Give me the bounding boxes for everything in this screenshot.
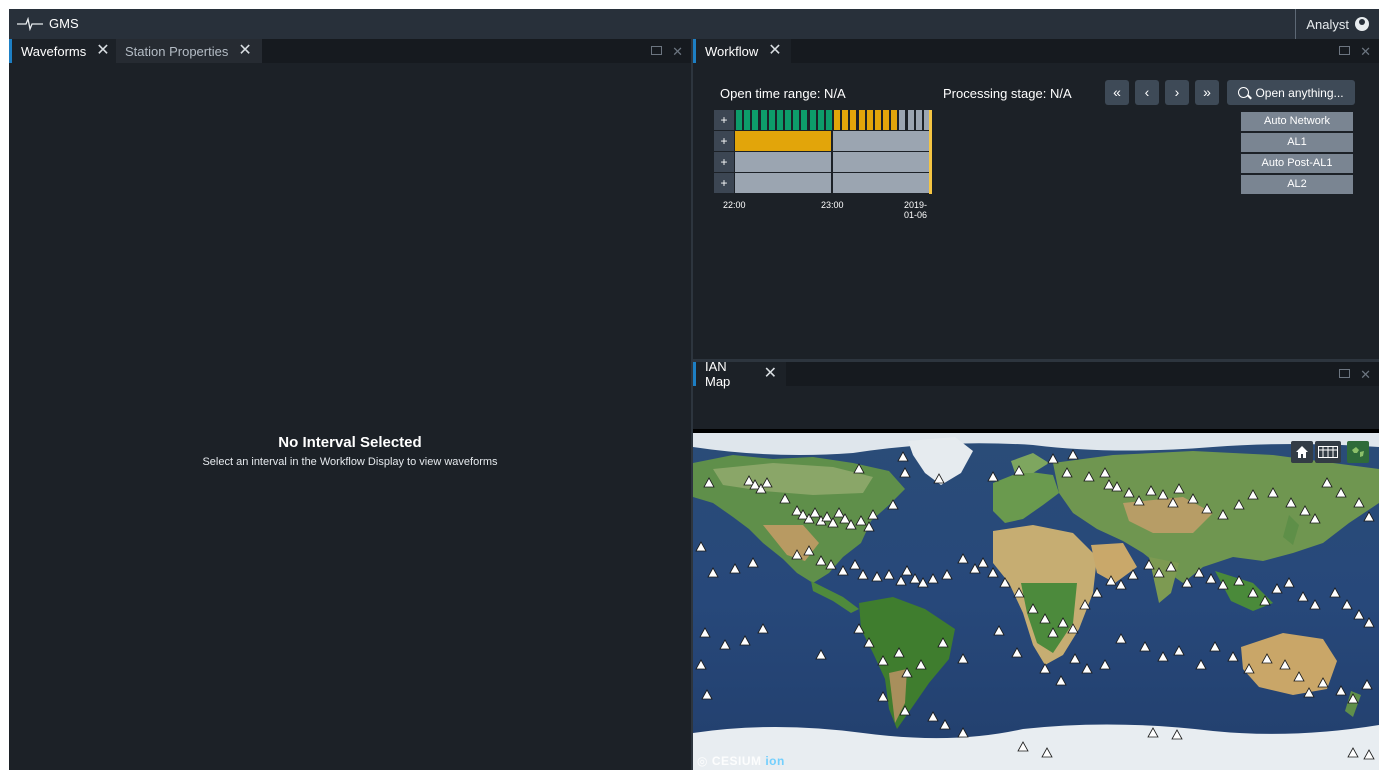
stage-auto-post-al1[interactable]: Auto Post-AL1 xyxy=(1241,154,1353,173)
close-tab-icon[interactable]: ✕ xyxy=(764,366,777,382)
home-icon[interactable] xyxy=(1291,441,1313,463)
interval-tick[interactable] xyxy=(768,110,775,130)
app-name: GMS xyxy=(49,16,79,31)
interval-tick[interactable] xyxy=(850,110,857,130)
interval-cell[interactable] xyxy=(833,173,931,193)
open-anything-label: Open anything... xyxy=(1255,85,1344,100)
interval-tick[interactable] xyxy=(891,110,898,130)
map-canvas[interactable] xyxy=(693,433,1379,770)
attribution-suffix: ion xyxy=(765,754,785,768)
interval-tick[interactable] xyxy=(801,110,808,130)
jump-back-button[interactable]: « xyxy=(1105,80,1129,105)
interval-tick[interactable] xyxy=(744,110,751,130)
interval-cell[interactable] xyxy=(833,131,931,151)
tab-label: IAN Map xyxy=(705,359,731,389)
interval-tick[interactable] xyxy=(858,110,865,130)
interval-tick[interactable] xyxy=(883,110,890,130)
panel-controls: ✕ xyxy=(1339,44,1371,60)
close-panel-icon[interactable]: ✕ xyxy=(672,44,683,60)
step-forward-button[interactable]: › xyxy=(1165,80,1189,105)
close-tab-icon[interactable]: ✕ xyxy=(768,43,781,59)
interval-tick[interactable] xyxy=(785,110,792,130)
interval-tick[interactable] xyxy=(776,110,783,130)
interval-tick[interactable] xyxy=(760,110,767,130)
interval-tick[interactable] xyxy=(899,110,906,130)
top-bar: GMS Analyst xyxy=(9,9,1379,39)
time-label: 2019-01-06 xyxy=(904,200,928,220)
user-icon xyxy=(1355,17,1369,31)
expand-row-button[interactable]: + xyxy=(714,131,734,151)
interval-tick[interactable] xyxy=(793,110,800,130)
empty-state: No Interval Selected Select an interval … xyxy=(9,434,691,468)
open-time-range: Open time range: N/A xyxy=(720,86,846,101)
empty-state-title: No Interval Selected xyxy=(278,434,422,451)
panel-controls: ✕ xyxy=(651,44,683,60)
jump-forward-button[interactable]: » xyxy=(1195,80,1219,105)
waveforms-tabbar: Waveforms ✕ Station Properties ✕ ✕ xyxy=(9,39,691,63)
interval-tick[interactable] xyxy=(915,110,922,130)
tab-workflow[interactable]: Workflow ✕ xyxy=(693,39,791,63)
time-label: 23:00 xyxy=(821,200,844,210)
tab-label: Station Properties xyxy=(125,43,229,59)
close-panel-icon[interactable]: ✕ xyxy=(1360,367,1371,383)
interval-cell[interactable] xyxy=(735,152,831,172)
tab-ian-map[interactable]: IAN Map ✕ xyxy=(693,359,786,389)
interval-tick[interactable] xyxy=(825,110,832,130)
empty-state-message: Select an interval in the Workflow Displ… xyxy=(202,456,498,468)
cesium-attribution[interactable]: ◎ CESIUM ion xyxy=(697,754,785,768)
app-logo[interactable]: GMS xyxy=(17,16,79,31)
close-tab-icon[interactable]: ✕ xyxy=(96,43,109,59)
maximize-icon[interactable] xyxy=(1339,46,1351,55)
interval-tick[interactable] xyxy=(874,110,881,130)
interval-tick[interactable] xyxy=(866,110,873,130)
expand-row-button[interactable]: + xyxy=(714,152,734,172)
panel-controls: ✕ xyxy=(1339,367,1371,383)
processing-stage: Processing stage: N/A xyxy=(943,86,1072,101)
maximize-icon[interactable] xyxy=(651,46,663,55)
close-panel-icon[interactable]: ✕ xyxy=(1360,44,1371,60)
step-back-button[interactable]: ‹ xyxy=(1135,80,1159,105)
expand-row-button[interactable]: + xyxy=(714,173,734,193)
search-icon xyxy=(1238,87,1250,98)
expand-row-button[interactable]: + xyxy=(714,110,734,130)
interval-tick[interactable] xyxy=(809,110,816,130)
layers-grid-icon[interactable] xyxy=(1315,441,1341,463)
globe-icon[interactable] xyxy=(1347,441,1369,463)
tab-label: Workflow xyxy=(705,43,759,59)
tab-station-properties[interactable]: Station Properties ✕ xyxy=(116,39,262,63)
interval-tick[interactable] xyxy=(817,110,824,130)
interval-cell[interactable] xyxy=(735,173,831,193)
map-tabbar: IAN Map ✕ ✕ xyxy=(693,359,1379,389)
tab-waveforms[interactable]: Waveforms ✕ xyxy=(9,39,116,63)
interval-tick[interactable] xyxy=(834,110,841,130)
workflow-tabbar: Workflow ✕ ✕ xyxy=(693,39,1379,63)
interval-tick[interactable] xyxy=(736,110,743,130)
open-anything-button[interactable]: Open anything... xyxy=(1227,80,1355,105)
user-name: Analyst xyxy=(1306,16,1349,32)
time-label: 22:00 xyxy=(723,200,746,210)
gms-app: GMS Analyst Waveforms ✕ Station Properti… xyxy=(9,9,1379,770)
interval-tick[interactable] xyxy=(842,110,849,130)
waveforms-panel: Waveforms ✕ Station Properties ✕ ✕ No In… xyxy=(9,39,691,770)
workflow-panel: Workflow ✕ ✕ Open time range: N/A Proces… xyxy=(693,39,1379,359)
tab-label: Waveforms xyxy=(21,43,87,59)
attribution-text: CESIUM xyxy=(711,754,762,768)
interval-tick[interactable] xyxy=(752,110,759,130)
interval-cell[interactable] xyxy=(735,131,831,151)
stage-al1[interactable]: AL1 xyxy=(1241,133,1353,152)
stage-auto-network[interactable]: Auto Network xyxy=(1241,112,1353,131)
world-map[interactable]: ◎ CESIUM ion xyxy=(693,429,1379,770)
maximize-icon[interactable] xyxy=(1339,369,1351,378)
stage-al2[interactable]: AL2 xyxy=(1241,175,1353,194)
now-marker xyxy=(929,110,932,194)
close-tab-icon[interactable]: ✕ xyxy=(238,43,251,59)
user-menu[interactable]: Analyst xyxy=(1295,9,1369,39)
interval-cell[interactable] xyxy=(833,152,931,172)
waveform-logo-icon xyxy=(17,16,43,31)
ian-map-panel: IAN Map ✕ ✕ ◎ CESIUM ion xyxy=(693,359,1379,770)
interval-tick[interactable] xyxy=(907,110,914,130)
timeline-row xyxy=(735,110,931,130)
cesium-logo-icon: ◎ xyxy=(697,754,708,768)
